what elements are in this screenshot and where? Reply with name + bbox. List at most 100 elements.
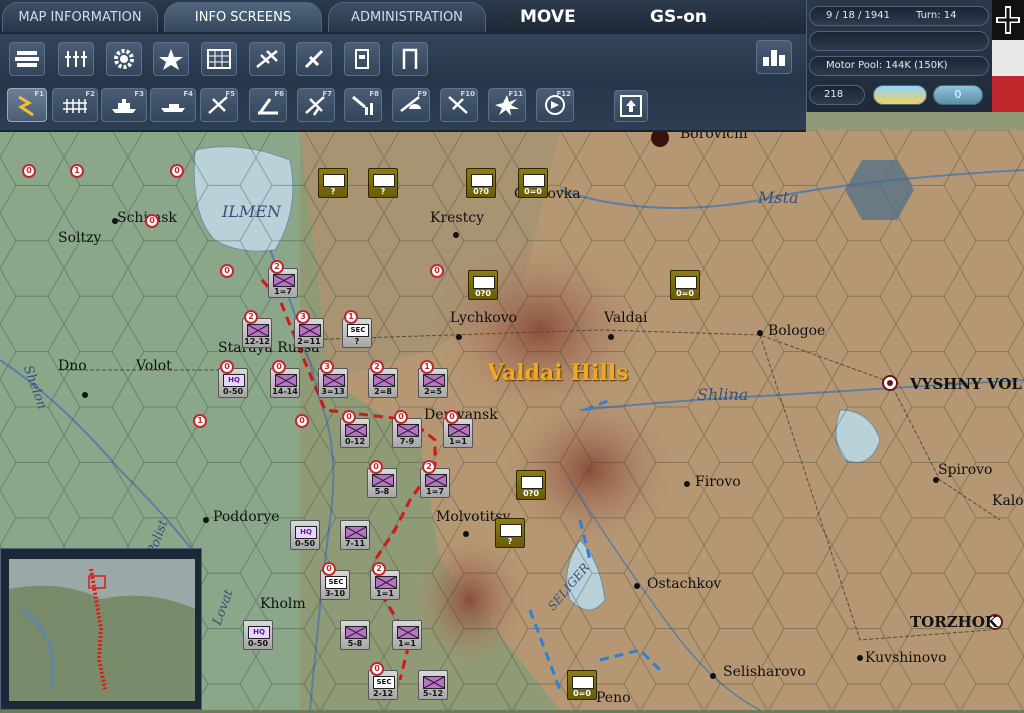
unit-symbol [275, 374, 297, 387]
soviet-unit-counter[interactable]: 0=0 [567, 670, 597, 700]
unit-strength: 0-50 [222, 387, 244, 396]
unit-strength: ? [507, 537, 513, 546]
up-arrow-icon [620, 95, 642, 117]
unit-symbol [247, 324, 269, 337]
unit-symbol: SEC [373, 676, 395, 689]
city-spirovo: Spirovo [938, 462, 993, 478]
hex-marker-badge[interactable]: 0 [430, 264, 444, 278]
air-transfer-button[interactable]: F10 [440, 88, 478, 122]
hex-marker-badge[interactable]: 0 [145, 214, 159, 228]
hex-marker-badge[interactable]: 0 [295, 414, 309, 428]
river-msta-label: Msta [758, 188, 799, 207]
star-button[interactable] [153, 42, 189, 76]
soviet-unit-counter[interactable]: 0?0 [466, 168, 496, 198]
german-unit-counter[interactable]: HQ 0-50 [243, 620, 273, 650]
hex-marker-badge[interactable]: 1 [193, 414, 207, 428]
hex-marker-badge[interactable]: 0 [170, 164, 184, 178]
minimap[interactable] [0, 548, 202, 710]
planes-icon [256, 50, 278, 68]
unit-symbol [521, 476, 543, 489]
hex-marker-badge[interactable]: 1 [70, 164, 84, 178]
unit-move-badge: 2 [244, 310, 258, 324]
unit-strength: 1=7 [426, 487, 444, 496]
stack-icon [15, 51, 39, 67]
german-unit-counter[interactable]: 5-8 [340, 620, 370, 650]
german-unit-counter[interactable]: 5-12 [418, 670, 448, 700]
unit-strength: 0-12 [344, 437, 366, 446]
tab-map-information[interactable]: MAP INFORMATION [2, 2, 158, 32]
air-recon-button[interactable]: F5 [200, 88, 238, 122]
unit-strength: 0=0 [524, 187, 542, 196]
weather-button[interactable] [201, 42, 237, 76]
status-panel: 9 / 18 / 1941 Turn: 14 Motor Pool: 144K … [806, 0, 993, 112]
soviet-unit-counter[interactable]: 0?0 [468, 270, 498, 300]
german-unit-counter[interactable]: 7-11 [340, 520, 370, 550]
unit-move-badge: 2 [422, 460, 436, 474]
doorway-icon [402, 48, 418, 69]
hex-marker-badge[interactable]: 0 [220, 264, 234, 278]
artillery-button[interactable]: F6 [249, 88, 287, 122]
production-button[interactable] [756, 40, 792, 74]
mode-indicator[interactable]: MOVE [520, 0, 576, 34]
counter-indicator[interactable]: 0 [933, 85, 983, 105]
unit-symbol [345, 626, 367, 639]
rockets-button[interactable] [296, 42, 332, 76]
rocket-icon [304, 49, 324, 69]
unit-move-badge: 0 [322, 562, 336, 576]
soviet-unit-counter[interactable]: ? [318, 168, 348, 198]
attack-button[interactable]: F11 [488, 88, 526, 122]
air-strike-button[interactable]: F7 [297, 88, 335, 122]
supply-button[interactable] [344, 42, 380, 76]
unit-strength: 12-12 [244, 337, 270, 346]
soviet-unit-counter[interactable]: 0=0 [670, 270, 700, 300]
city-dno: Dno [58, 358, 87, 374]
unit-move-badge: 2 [270, 260, 284, 274]
unit-strength: ? [380, 187, 386, 196]
up-arrow-button[interactable] [614, 90, 648, 122]
air-button[interactable] [249, 42, 285, 76]
soviet-unit-counter[interactable]: 0?0 [516, 470, 546, 500]
date-text: 9 / 18 / 1941 [826, 10, 890, 21]
depot-button[interactable] [392, 42, 428, 76]
strategic-bomb-button[interactable]: F8 [344, 88, 382, 122]
gs-indicator[interactable]: GS-on [650, 0, 707, 34]
motor-pool-display: Motor Pool: 144K (150K) [809, 56, 989, 76]
city-peno: Peno [596, 690, 631, 706]
move-mode-button[interactable]: F1 [7, 88, 47, 122]
cities-button[interactable] [9, 42, 45, 76]
unit-move-badge: 3 [320, 360, 334, 374]
unit-symbol [323, 374, 345, 387]
weather-indicator[interactable] [873, 85, 927, 105]
unit-strength: ? [330, 187, 336, 196]
soviet-unit-counter[interactable]: ? [495, 518, 525, 548]
rail-mode-button[interactable]: F2 [52, 88, 98, 122]
star-icon [159, 49, 183, 70]
paradrop-button[interactable]: F9 [392, 88, 430, 122]
soldiers-icon [65, 51, 87, 67]
city-firovo: Firovo [695, 474, 741, 490]
unit-symbol [345, 424, 367, 437]
tab-info-screens[interactable]: INFO SCREENS [164, 2, 322, 32]
naval-transport-button[interactable]: F4 [150, 88, 196, 122]
unit-symbol [397, 626, 419, 639]
unit-strength: 3=13 [321, 387, 345, 396]
points-display: 218 [809, 85, 865, 105]
german-unit-counter[interactable]: HQ 0-50 [290, 520, 320, 550]
soviet-unit-counter[interactable]: ? [368, 168, 398, 198]
unit-strength: 5-8 [347, 639, 363, 648]
message-display [809, 31, 989, 51]
unit-move-badge: 0 [445, 410, 459, 424]
unit-strength: ? [354, 337, 360, 346]
soviet-unit-counter[interactable]: 0=0 [518, 168, 548, 198]
unit-symbol [425, 474, 447, 487]
end-phase-button[interactable]: F12 [536, 88, 574, 122]
naval-mode-button[interactable]: F3 [101, 88, 147, 122]
tab-administration[interactable]: ADMINISTRATION [328, 2, 486, 32]
hex-marker-badge[interactable]: 0 [22, 164, 36, 178]
german-unit-counter[interactable]: 1=1 [392, 620, 422, 650]
unit-strength: 2-12 [372, 689, 394, 698]
settings-button[interactable] [106, 42, 142, 76]
infantry-button[interactable] [58, 42, 94, 76]
city-kholm: Kholm [260, 596, 306, 612]
river-shlina-label: Shlina [697, 385, 749, 404]
